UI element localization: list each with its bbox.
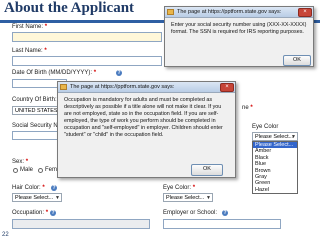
chevron-down-icon: ▼ <box>55 195 60 201</box>
dialog-message: Occupation is mandatory for adults and m… <box>64 97 223 138</box>
employer-label: Employer or School: <box>163 210 218 216</box>
ssn-alert-dialog: The page at https://pptform.state.gov sa… <box>164 6 314 67</box>
chevron-down-icon: ▼ <box>291 134 296 140</box>
hair-help-icon[interactable]: ? <box>51 185 57 191</box>
eye-color-select-bottom[interactable]: Please Select... ▼ <box>163 193 213 202</box>
dob-label: Date Of Birth (MM/DD/YYYY): * <box>12 70 97 76</box>
eye-color-label-bottom: Eye Color: * <box>163 185 196 191</box>
eye-color-option[interactable]: Hazel <box>253 187 297 193</box>
first-name-label: First Name: * <box>12 24 48 30</box>
page-number: 22 <box>2 232 9 238</box>
eye-color-select-top[interactable]: Please Select... ▼ <box>252 132 298 141</box>
eye-color-dropdown-list[interactable]: Please Select... Amber Black Blue Brown … <box>252 141 298 194</box>
hair-color-label: Hair Color: * <box>12 185 45 191</box>
occupation-alert-dialog: The page at https://pptform.state.gov sa… <box>57 81 236 178</box>
radio-female[interactable] <box>38 168 43 173</box>
first-name-input[interactable] <box>12 32 162 42</box>
occupation-help-icon[interactable]: ? <box>50 210 56 216</box>
employer-input[interactable] <box>163 219 281 229</box>
eye-color-label-top: Eye Color <box>252 124 279 130</box>
last-name-input[interactable] <box>12 56 162 66</box>
right-partial-label: ne * <box>242 105 253 111</box>
dialog-message: Enter your social security number using … <box>171 22 307 35</box>
alert-icon <box>167 9 174 15</box>
radio-male[interactable] <box>13 168 18 173</box>
dialog-titlebar: The page at https://pptform.state.gov sa… <box>58 82 235 93</box>
close-icon[interactable]: × <box>298 8 312 17</box>
close-icon[interactable]: × <box>220 83 234 92</box>
alert-icon <box>60 84 67 90</box>
radio-male-label: Male <box>20 167 34 173</box>
occupation-label: Occupation: * <box>12 210 49 216</box>
page-title: About the Applicant <box>4 0 135 16</box>
last-name-label: Last Name: * <box>12 48 47 54</box>
dob-help-icon[interactable]: ? <box>116 70 122 76</box>
ok-button[interactable]: OK <box>283 55 311 66</box>
ok-button[interactable]: OK <box>191 164 223 176</box>
country-label: Country Of Birth: * <box>12 97 61 103</box>
dialog-title: The page at https://pptform.state.gov sa… <box>177 9 282 15</box>
dialog-titlebar: The page at https://pptform.state.gov sa… <box>165 7 313 18</box>
employer-help-icon[interactable]: ? <box>222 210 228 216</box>
chevron-down-icon: ▼ <box>206 195 211 201</box>
occupation-input[interactable] <box>12 219 150 229</box>
hair-color-select[interactable]: Please Select... ▼ <box>12 193 62 202</box>
sex-label: Sex: * <box>12 159 29 165</box>
dialog-title: The page at https://pptform.state.gov sa… <box>70 84 175 90</box>
